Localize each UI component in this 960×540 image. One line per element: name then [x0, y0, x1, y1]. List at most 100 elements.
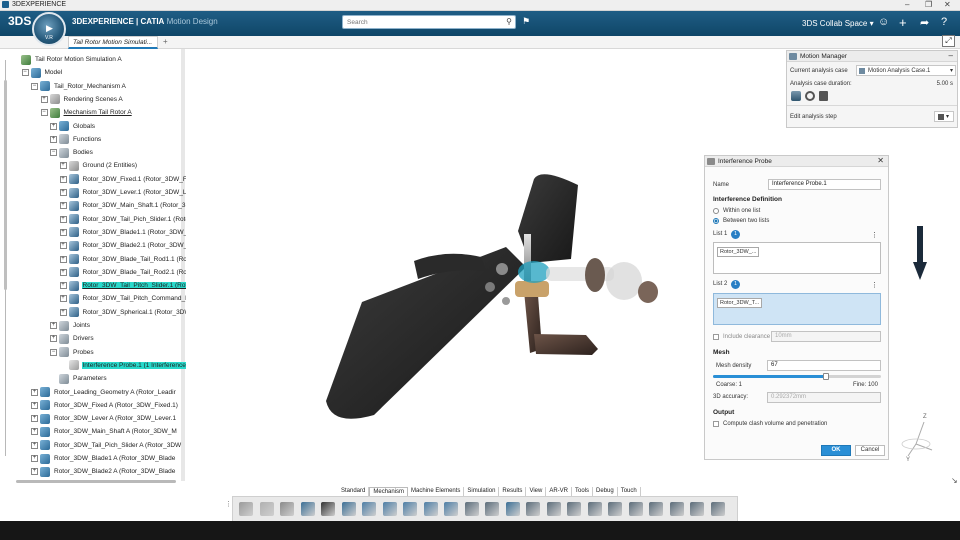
- tree-horizontal-scroll-thumb[interactable]: [16, 480, 176, 483]
- zoom-icon[interactable]: [321, 502, 335, 516]
- tree-node-label[interactable]: Rotor_3DW_Blade_Tail_Rod1.1 (Rot: [82, 256, 187, 263]
- paste-icon[interactable]: [280, 502, 294, 516]
- close-window-button[interactable]: ✕: [944, 0, 951, 9]
- settings-icon[interactable]: [341, 502, 356, 516]
- tree-node-label[interactable]: Rotor_3DW_Tail_Pich_Slider A (Rotor_3DW: [53, 442, 182, 449]
- cancel-button[interactable]: Cancel: [855, 445, 885, 456]
- ds-logo[interactable]: 3DS: [8, 14, 31, 28]
- mesh-density-field[interactable]: 67: [767, 360, 881, 371]
- expand-icon[interactable]: +: [59, 162, 67, 170]
- tree-row[interactable]: − Bodies: [50, 146, 94, 159]
- tree-row[interactable]: + Rotor_3DW_Blade1.1 (Rotor_3DW_: [59, 226, 186, 239]
- current-case-dropdown[interactable]: Motion Analysis Case.1 ▾: [856, 65, 956, 76]
- joint-icon[interactable]: [423, 502, 438, 516]
- compute-clash-checkbox[interactable]: [713, 421, 719, 427]
- gear-icon[interactable]: [526, 502, 540, 516]
- tree-node-label[interactable]: Rotor_Leading_Geometry A (Rotor_Leadir: [53, 389, 177, 396]
- expand-icon[interactable]: +: [59, 308, 67, 316]
- search-input[interactable]: [347, 17, 497, 28]
- tree-row[interactable]: + Rotor_3DW_Blade2 A (Rotor_3DW_Blade: [31, 465, 176, 478]
- tree-node-label[interactable]: Drivers: [72, 335, 95, 342]
- tree-node-label[interactable]: Rotor_3DW_Tail_Pich_Slider.1 (Roto: [82, 216, 187, 223]
- mesh-density-slider-handle[interactable]: [822, 373, 829, 380]
- tree-node-label[interactable]: Probes: [72, 349, 95, 356]
- help-icon[interactable]: ?: [941, 16, 947, 28]
- tree-node-label[interactable]: Joints: [72, 322, 91, 329]
- tab-machine-elements[interactable]: Machine Elements: [408, 487, 465, 496]
- probe-icon[interactable]: [587, 502, 602, 516]
- tree-node-label[interactable]: Tail_Rotor_Mechanism A: [53, 83, 127, 90]
- transparent-housing[interactable]: [606, 262, 642, 300]
- tab-standard[interactable]: Standard: [338, 487, 370, 496]
- close-dialog-button[interactable]: ✕: [877, 156, 884, 165]
- end-bearing[interactable]: [638, 281, 658, 303]
- tab-mechanism[interactable]: Mechanism: [369, 487, 409, 496]
- tree-node-label[interactable]: Rotor_3DW_Main_Shaft.1 (Rotor_3D: [82, 202, 187, 209]
- expand-icon[interactable]: +: [31, 415, 38, 423]
- tree-node-label[interactable]: Rotor_3DW_Fixed.1 (Rotor_3DW_Fi: [82, 176, 187, 183]
- expand-icon[interactable]: +: [31, 388, 38, 396]
- expand-icon[interactable]: +: [31, 455, 38, 462]
- copy-icon[interactable]: [259, 502, 274, 516]
- tree-node-label[interactable]: Rotor_3DW_Blade1 A (Rotor_3DW_Blade: [53, 455, 176, 462]
- play-icon[interactable]: [690, 502, 704, 516]
- tab-view[interactable]: View: [526, 487, 547, 496]
- tree-node-label[interactable]: Tail Rotor Motion Simulation A: [34, 56, 123, 63]
- tree-node-label[interactable]: Rotor_3DW_Spherical.1 (Rotor_3DW: [82, 309, 187, 316]
- expand-icon[interactable]: +: [31, 428, 38, 436]
- expand-icon[interactable]: +: [50, 335, 57, 343]
- tree-row[interactable]: − Model: [21, 66, 64, 79]
- tree-row[interactable]: + Rendering Scenes A: [40, 93, 124, 106]
- cube-icon[interactable]: [505, 502, 520, 516]
- tree-node-label[interactable]: Rendering Scenes A: [63, 96, 124, 103]
- expand-icon[interactable]: +: [31, 468, 38, 476]
- collab-space-selector[interactable]: 3DS Collab Space ▾: [802, 19, 874, 28]
- collapse-icon[interactable]: −: [40, 109, 48, 117]
- joint-icon[interactable]: [403, 502, 417, 516]
- sensor-icon[interactable]: [649, 502, 663, 516]
- tab-ar-vr[interactable]: AR-VR: [546, 487, 573, 496]
- compass-widget[interactable]: ▶ V.R: [32, 12, 66, 46]
- tab-tail-rotor-motion[interactable]: Tail Rotor Motion Simulati...: [68, 36, 158, 49]
- slider-sleeve[interactable]: [515, 281, 549, 297]
- list1-item[interactable]: Rotor_3DW_...: [717, 247, 760, 257]
- gear-disc[interactable]: [585, 258, 605, 292]
- tag-icon[interactable]: ⚑: [522, 16, 530, 27]
- tree-node-label[interactable]: Parameters: [72, 375, 108, 382]
- tree-row[interactable]: + Rotor_3DW_Tail_Pitch_Slider.1 (Rot: [59, 279, 186, 292]
- tree-row[interactable]: + Rotor_3DW_Blade1 A (Rotor_3DW_Blade: [31, 452, 176, 465]
- expand-icon[interactable]: +: [50, 322, 57, 329]
- tree-row[interactable]: + Rotor_Leading_Geometry A (Rotor_Leadir: [31, 386, 177, 399]
- tree-node-label[interactable]: Rotor_3DW_Tail_Pitch_Slider.1 (Rot: [81, 282, 186, 290]
- joint-sphere[interactable]: [485, 282, 495, 292]
- tree-row[interactable]: + Globals: [50, 120, 96, 133]
- tree-row[interactable]: + Rotor_3DW_Blade_Tail_Rod2.1 (Rot: [59, 266, 186, 279]
- tree-row[interactable]: − Tail_Rotor_Mechanism A: [31, 80, 127, 93]
- include-clearance-checkbox[interactable]: [713, 334, 719, 340]
- tree-node-label[interactable]: Interference Probe.1 (1 Interference: [81, 361, 186, 369]
- tree-row[interactable]: + Rotor_3DW_Blade2.1 (Rotor_3DW_: [59, 239, 186, 252]
- driver-icon[interactable]: [485, 502, 499, 516]
- list1-box[interactable]: Rotor_3DW_...: [713, 242, 881, 274]
- minimize-panel-button[interactable]: –: [949, 51, 953, 60]
- tree-node-label[interactable]: Rotor_3DW_Tail_Pitch_Command_R: [82, 295, 187, 302]
- tree-row[interactable]: + Rotor_3DW_Lever A (Rotor_3DW_Lever.1: [31, 412, 177, 425]
- within-one-list-radio[interactable]: [713, 208, 719, 214]
- add-tab-button[interactable]: +: [163, 37, 168, 46]
- expand-icon[interactable]: +: [59, 202, 67, 210]
- joint-icon[interactable]: [444, 502, 458, 516]
- expand-icon[interactable]: +: [59, 295, 67, 303]
- plus-icon[interactable]: +: [899, 15, 907, 30]
- sensor-icon[interactable]: [669, 502, 684, 516]
- tree-row[interactable]: Interference Probe.1 (1 Interference: [60, 359, 186, 372]
- axis-gizmo[interactable]: [896, 414, 936, 462]
- more-options-icon[interactable]: ⋮: [871, 231, 878, 239]
- resize-icon[interactable]: ↘: [951, 476, 958, 485]
- expand-icon[interactable]: +: [59, 189, 67, 196]
- tree-node-label[interactable]: Rotor_3DW_Blade2 A (Rotor_3DW_Blade: [53, 468, 176, 475]
- expand-icon[interactable]: +: [59, 175, 67, 183]
- tree-row[interactable]: + Rotor_3DW_Tail_Pich_Slider.1 (Roto: [59, 213, 187, 226]
- mechanism-icon[interactable]: [464, 502, 479, 516]
- name-field[interactable]: Interference Probe.1: [768, 179, 881, 190]
- tree-row[interactable]: − Probes: [50, 346, 95, 359]
